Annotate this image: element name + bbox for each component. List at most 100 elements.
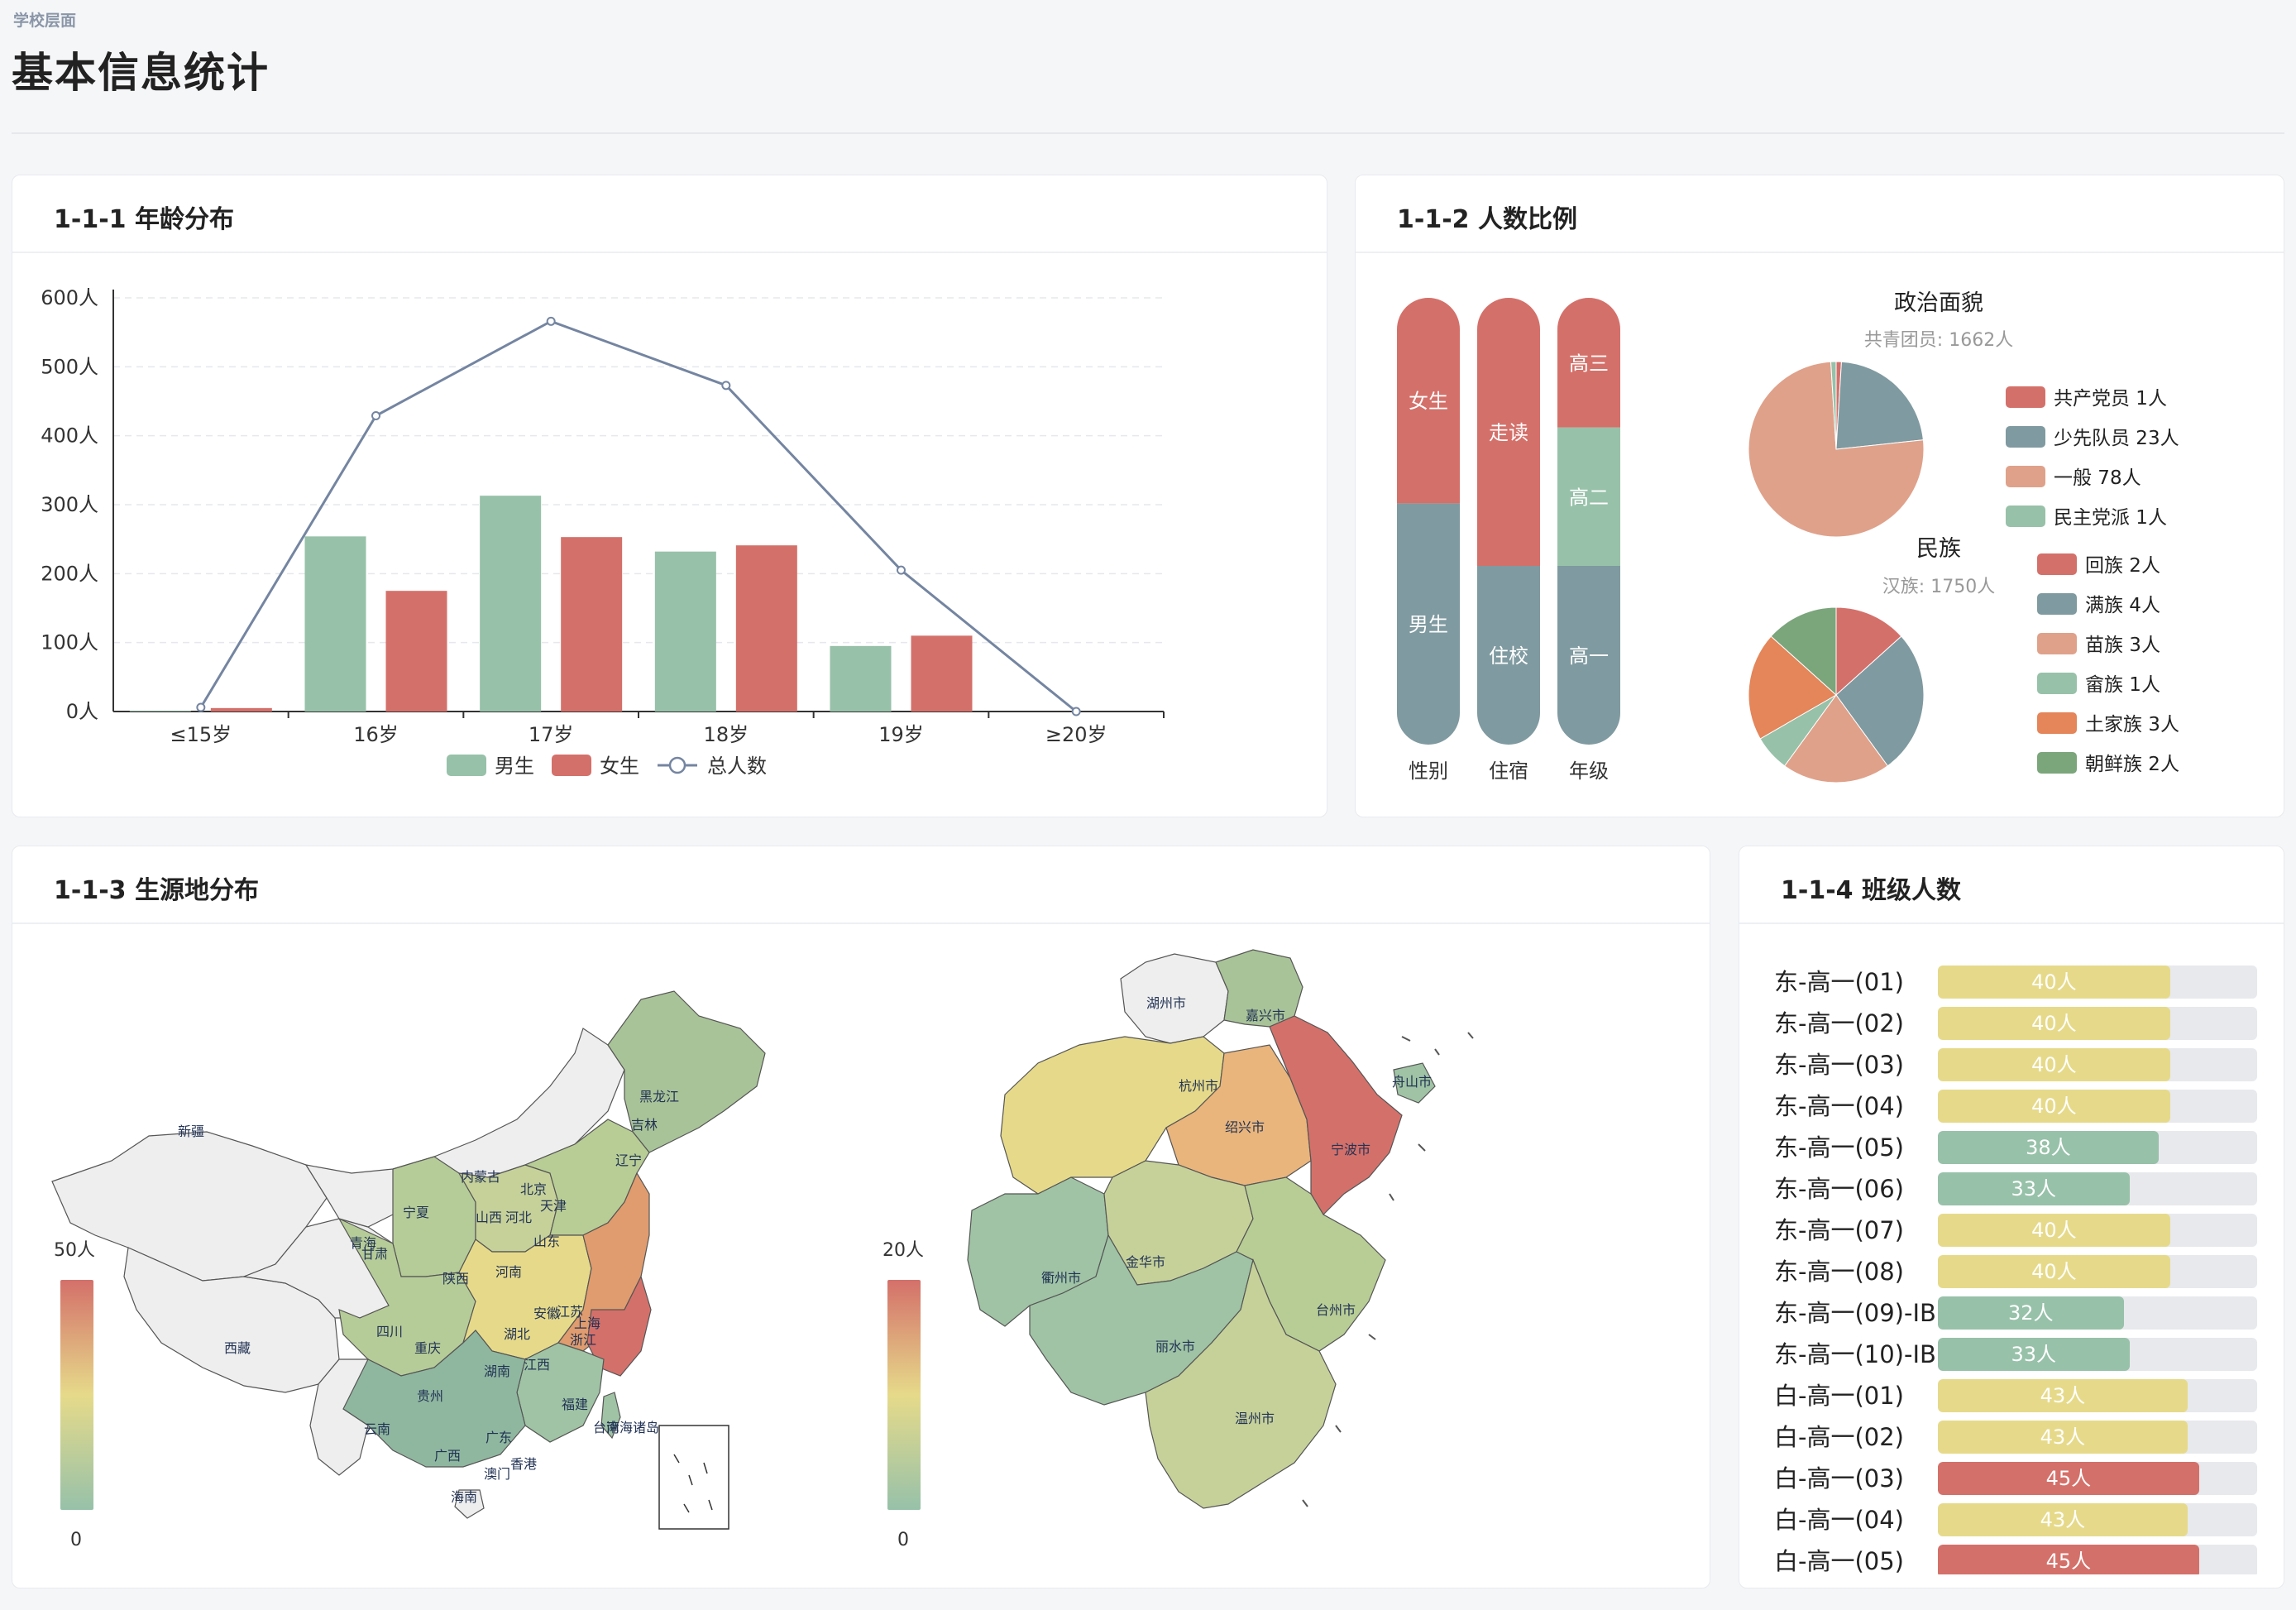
class-bar-track[interactable]: 40人 [1938,1048,2257,1081]
class-bar-track[interactable]: 45人 [1938,1545,2257,1574]
ethnic-pie[interactable] [1748,606,1925,783]
legend-swatch-total-dot[interactable] [668,756,686,774]
legend-label: 满族 4人 [2085,595,2160,616]
bar-male[interactable] [480,496,542,712]
map-label: 浙江 [570,1332,596,1348]
class-bar-track[interactable]: 43人 [1938,1421,2257,1454]
class-bar-fill[interactable]: 32人 [1938,1296,2124,1330]
class-bar-track[interactable]: 43人 [1938,1379,2257,1412]
class-row[interactable]: 白-高一(05) 45人 [1774,1545,2284,1574]
class-bar-fill[interactable]: 33人 [1938,1338,2130,1371]
legend-label: 共产党员 1人 [2054,388,2167,410]
class-bar-fill[interactable]: 40人 [1938,1090,2170,1123]
class-bar-track[interactable]: 40人 [1938,1007,2257,1040]
class-bar-fill[interactable]: 40人 [1938,966,2170,999]
total-point[interactable] [897,565,906,575]
class-bar-fill[interactable]: 43人 [1938,1503,2188,1536]
class-bar-track[interactable]: 33人 [1938,1172,2257,1205]
class-bar-track[interactable]: 38人 [1938,1131,2257,1164]
class-bar-track[interactable]: 45人 [1938,1462,2257,1495]
class-label: 东-高一(09)-IB [1774,1299,1935,1327]
zhejiang-visual-map[interactable]: 20人 0 [883,1240,924,1550]
y-tick-label: 600人 [41,286,98,309]
china-visual-map[interactable]: 50人 0 [54,1240,95,1550]
y-tick-label: 200人 [41,562,98,585]
bar-male[interactable] [830,645,892,712]
legend-swatch[interactable] [2006,426,2045,448]
bar-male[interactable] [304,536,366,712]
bar-female[interactable] [735,545,797,712]
bar-female[interactable] [385,591,447,712]
class-row[interactable]: 东-高一(08) 40人 [1774,1255,2284,1288]
class-bar-track[interactable]: 32人 [1938,1296,2257,1330]
total-point[interactable] [196,702,206,712]
legend-swatch[interactable] [2037,553,2077,575]
stacked-bar-0[interactable] [1397,298,1460,745]
class-bar-fill[interactable]: 45人 [1938,1462,2199,1495]
class-bar-fill[interactable]: 33人 [1938,1172,2130,1205]
class-row[interactable]: 东-高一(09)-IB 32人 [1774,1296,2284,1330]
class-row[interactable]: 东-高一(04) 40人 [1774,1090,2284,1123]
ethnic-title: 民族 [1916,536,1961,562]
map-label: 陕西 [442,1271,469,1287]
chart-legend[interactable]: 男生 女生 总人数 [447,755,767,778]
total-point[interactable] [1071,707,1081,716]
legend-swatch[interactable] [2037,633,2077,654]
class-row[interactable]: 白-高一(03) 45人 [1774,1462,2284,1495]
bar-female[interactable] [911,635,973,712]
class-row[interactable]: 东-高一(06) 33人 [1774,1172,2284,1205]
class-bar-fill[interactable]: 40人 [1938,1255,2170,1288]
bar-male[interactable] [129,711,191,712]
stacked-bar-1[interactable] [1477,298,1540,745]
bar-female[interactable] [561,537,623,712]
class-row[interactable]: 白-高一(04) 43人 [1774,1503,2284,1536]
class-row[interactable]: 白-高一(02) 43人 [1774,1421,2284,1454]
legend-swatch-female[interactable] [552,755,591,776]
legend-swatch[interactable] [2037,712,2077,734]
class-bar-fill[interactable]: 43人 [1938,1379,2188,1412]
class-bar-fill[interactable]: 38人 [1938,1131,2159,1164]
class-row[interactable]: 白-高一(01) 43人 [1774,1379,2284,1412]
bar-male[interactable] [654,551,716,712]
legend-swatch[interactable] [2006,466,2045,487]
class-row[interactable]: 东-高一(02) 40人 [1774,1007,2284,1040]
class-row[interactable]: 东-高一(10)-IB 33人 [1774,1338,2284,1371]
total-point[interactable] [546,316,556,326]
origin-maps[interactable]: 50人 0 新疆西藏青海甘肃宁夏内蒙古黑龙江吉林辽宁北京天津河北山西山东陕西 河… [12,846,1710,1588]
breadcrumb[interactable]: 学校层面 [13,8,76,31]
total-point[interactable] [371,411,380,420]
class-row[interactable]: 东-高一(03) 40人 [1774,1048,2284,1081]
class-bar-track[interactable]: 40人 [1938,1214,2257,1247]
class-bar-track[interactable]: 33人 [1938,1338,2257,1371]
class-row[interactable]: 东-高一(07) 40人 [1774,1214,2284,1247]
class-size-list[interactable]: 东-高一(01) 40人 东-高一(02) 40人 东-高一(03) 40人 东-高一(04… [1774,966,2284,1574]
legend-swatch[interactable] [2037,593,2077,615]
china-map[interactable] [51,990,766,1530]
class-row[interactable]: 东-高一(05) 38人 [1774,1131,2284,1164]
legend-swatch[interactable] [2006,506,2045,527]
political-pie[interactable] [1748,361,1925,538]
x-tick-label: ≤15岁 [170,723,232,746]
class-bar-fill[interactable]: 43人 [1938,1421,2188,1454]
zhejiang-map[interactable] [967,949,1474,1509]
x-tick-label: 18岁 [704,723,749,746]
map-label: 杭州市 [1179,1078,1218,1094]
class-bar-track[interactable]: 43人 [1938,1503,2257,1536]
total-point[interactable] [721,381,731,391]
class-bar-track[interactable]: 40人 [1938,966,2257,999]
class-bar-fill[interactable]: 40人 [1938,1007,2170,1040]
legend-swatch[interactable] [2006,386,2045,408]
pie-slice[interactable] [1835,361,1924,450]
class-bar-track[interactable]: 40人 [1938,1090,2257,1123]
class-bar-track[interactable]: 40人 [1938,1255,2257,1288]
legend-swatch[interactable] [2037,673,2077,694]
class-row[interactable]: 东-高一(01) 40人 [1774,966,2284,999]
legend-swatch[interactable] [2037,752,2077,774]
age-bar-line-chart[interactable]: 0人 100人 200人 300人 400人 500人 600人 ≤15岁 16岁 17岁 18岁 1… [12,175,1327,817]
legend-swatch-male[interactable] [447,755,486,776]
class-bar-fill[interactable]: 40人 [1938,1048,2170,1081]
class-bar-fill[interactable]: 45人 [1938,1545,2199,1574]
bar-female[interactable] [210,707,272,712]
class-bar-fill[interactable]: 40人 [1938,1214,2170,1247]
ratio-chart[interactable]: 男生 女生性别 住校 走读住宿 高一 高二 高三年级 政治面貌共青团员: 1662人共产党员 … [1356,175,2284,817]
